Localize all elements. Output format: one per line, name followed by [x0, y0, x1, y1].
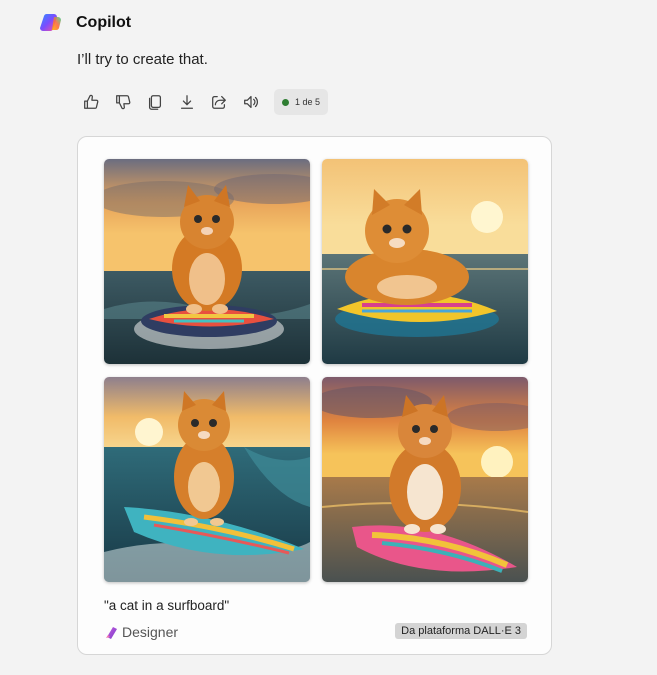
message-actions: 1 de 5: [80, 89, 329, 115]
generated-image-3[interactable]: [104, 377, 310, 582]
share-icon: [212, 95, 226, 109]
read-aloud-button[interactable]: [240, 91, 262, 113]
download-icon: [180, 95, 194, 109]
copy-icon: [148, 95, 162, 110]
cat-on-surfboard-image: [104, 377, 310, 582]
thumbs-up-button[interactable]: [80, 91, 102, 113]
dalle-badge: Da plataforma DALL·E 3: [395, 623, 527, 639]
thumbs-down-icon: [116, 95, 131, 110]
designer-link[interactable]: Designer: [104, 624, 178, 640]
response-pager[interactable]: 1 de 5: [274, 89, 329, 115]
share-button[interactable]: [208, 91, 230, 113]
download-button[interactable]: [176, 91, 198, 113]
designer-label: Designer: [122, 624, 179, 640]
image-prompt: "a cat in a surfboard": [104, 598, 230, 613]
generated-image-1[interactable]: [104, 159, 310, 364]
cat-on-surfboard-image: [104, 159, 310, 364]
app-name: Copilot: [76, 14, 132, 31]
speaker-icon: [244, 95, 258, 109]
cat-on-surfboard-image: [322, 377, 528, 582]
generated-image-4[interactable]: [322, 377, 528, 582]
cat-on-surfboard-image: [322, 159, 528, 364]
generated-image-2[interactable]: [322, 159, 528, 364]
designer-icon: [106, 627, 117, 639]
assistant-message: I’ll try to create that.: [77, 51, 208, 68]
pager-text: 1 de 5: [295, 97, 321, 107]
copy-button[interactable]: [144, 91, 166, 113]
image-grid: [104, 159, 528, 583]
thumbs-down-button[interactable]: [112, 91, 134, 113]
thumbs-up-icon: [84, 94, 99, 109]
copilot-logo-icon: [40, 13, 61, 32]
header: Copilot: [40, 11, 131, 35]
image-result-card: "a cat in a surfboard" Designer Da plata…: [77, 136, 552, 655]
status-dot-icon: [282, 98, 289, 106]
